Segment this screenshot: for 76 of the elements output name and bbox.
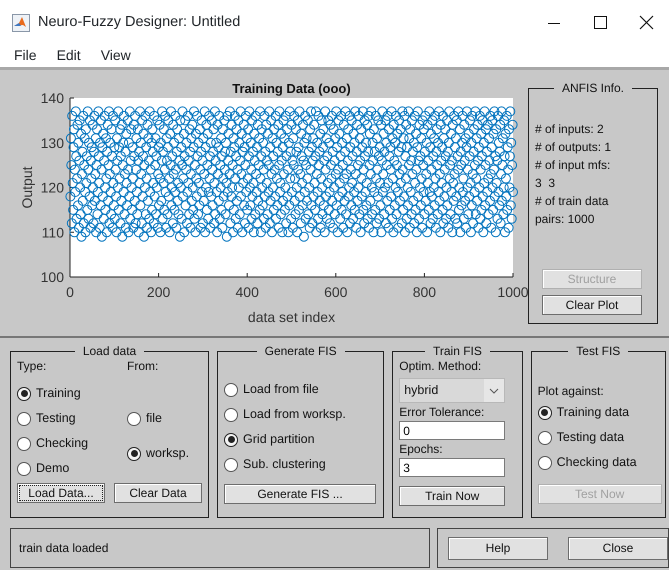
x-tick-label: 200 xyxy=(146,284,170,300)
info-text: pairs: 1000 xyxy=(535,211,596,228)
button: Test Now xyxy=(538,484,662,504)
y-tick-label: 100 xyxy=(40,269,64,285)
panel-title: Test FIS xyxy=(575,345,622,357)
button[interactable]: Help xyxy=(448,536,548,560)
info-text: 3 3 xyxy=(535,175,556,192)
menu-item[interactable]: Edit xyxy=(56,45,81,66)
radio-button[interactable] xyxy=(224,458,238,472)
y-tick-label: 130 xyxy=(40,134,64,151)
field-label: Error Tolerance: xyxy=(399,404,486,421)
radio-label[interactable]: Load from worksp. xyxy=(243,405,346,424)
radio-label[interactable]: Checking data xyxy=(556,453,637,472)
button[interactable]: Close xyxy=(568,536,668,560)
panel-title: ANFIS Info. xyxy=(560,82,626,94)
x-tick-label: 1000 xyxy=(497,284,528,300)
radio-button[interactable] xyxy=(538,430,552,444)
radio-label[interactable]: worksp. xyxy=(146,444,190,463)
button[interactable]: Clear Plot xyxy=(542,295,642,315)
radio-label[interactable]: Testing xyxy=(36,409,76,428)
field-label: Plot against: xyxy=(538,383,605,400)
info-text: # of outputs: 1 xyxy=(535,139,612,156)
radio-label[interactable]: Checking xyxy=(36,434,88,453)
field-label: From: xyxy=(127,358,160,375)
app-icon xyxy=(12,14,30,32)
radio-button[interactable] xyxy=(127,412,141,426)
radio-label[interactable]: Demo xyxy=(36,459,70,478)
x-axis-label: data set index xyxy=(248,309,336,325)
x-tick-label: 0 xyxy=(66,284,74,300)
button[interactable]: Load Data... xyxy=(17,483,105,503)
radio-button[interactable] xyxy=(224,408,238,422)
radio-label[interactable]: Grid partition xyxy=(243,430,315,449)
panel-title: Load data xyxy=(82,345,138,357)
info-text: # of input mfs: xyxy=(535,157,612,174)
button[interactable]: Generate FIS ... xyxy=(224,484,376,504)
radio-button[interactable] xyxy=(17,462,31,476)
radio-button[interactable] xyxy=(17,386,31,400)
info-text: # of inputs: 2 xyxy=(535,121,605,138)
radio-label[interactable]: Training xyxy=(36,384,81,403)
y-tick-label: 140 xyxy=(40,90,64,106)
chevron-down-icon[interactable] xyxy=(484,379,504,402)
radio-button[interactable] xyxy=(17,412,31,426)
y-tick-label: 110 xyxy=(42,224,64,240)
text-field[interactable]: 0 xyxy=(399,421,506,440)
panel-title: Generate FIS xyxy=(264,345,338,357)
y-tick-label: 120 xyxy=(40,180,64,196)
y-axis-label: Output xyxy=(19,166,35,209)
radio-button[interactable] xyxy=(538,456,552,470)
menu-item[interactable]: View xyxy=(100,45,131,66)
radio-button[interactable] xyxy=(224,382,238,396)
radio-label[interactable]: Testing data xyxy=(556,428,624,447)
radio-button[interactable] xyxy=(224,432,238,446)
window-title: Neuro-Fuzzy Designer: Untitled xyxy=(38,12,240,32)
x-tick-label: 600 xyxy=(324,284,348,300)
radio-label[interactable]: Training data xyxy=(556,403,630,422)
button[interactable]: Train Now xyxy=(399,486,506,506)
radio-label[interactable]: Sub. clustering xyxy=(243,455,326,474)
chart-title: Training Data (ooo) xyxy=(232,81,351,96)
menu-item[interactable]: File xyxy=(14,45,37,66)
button[interactable]: Clear Data xyxy=(114,483,202,503)
field-label: Type: xyxy=(17,358,48,375)
radio-label[interactable]: file xyxy=(146,409,162,428)
radio-button[interactable] xyxy=(538,406,552,420)
panel-title: Train FIS xyxy=(432,345,483,357)
radio-label[interactable]: Load from file xyxy=(243,380,319,399)
method-dropdown[interactable]: hybrid xyxy=(399,378,506,403)
radio-button[interactable] xyxy=(127,446,141,460)
field-label: Epochs: xyxy=(399,441,444,458)
radio-button[interactable] xyxy=(17,436,31,450)
field-label: Optim. Method: xyxy=(399,358,482,375)
button: Structure xyxy=(542,269,642,289)
x-tick-label: 800 xyxy=(412,284,436,300)
status-message: train data loaded xyxy=(19,540,108,557)
info-text: # of train data xyxy=(535,193,610,210)
x-tick-label: 400 xyxy=(236,284,259,300)
text-field[interactable]: 3 xyxy=(399,458,506,477)
